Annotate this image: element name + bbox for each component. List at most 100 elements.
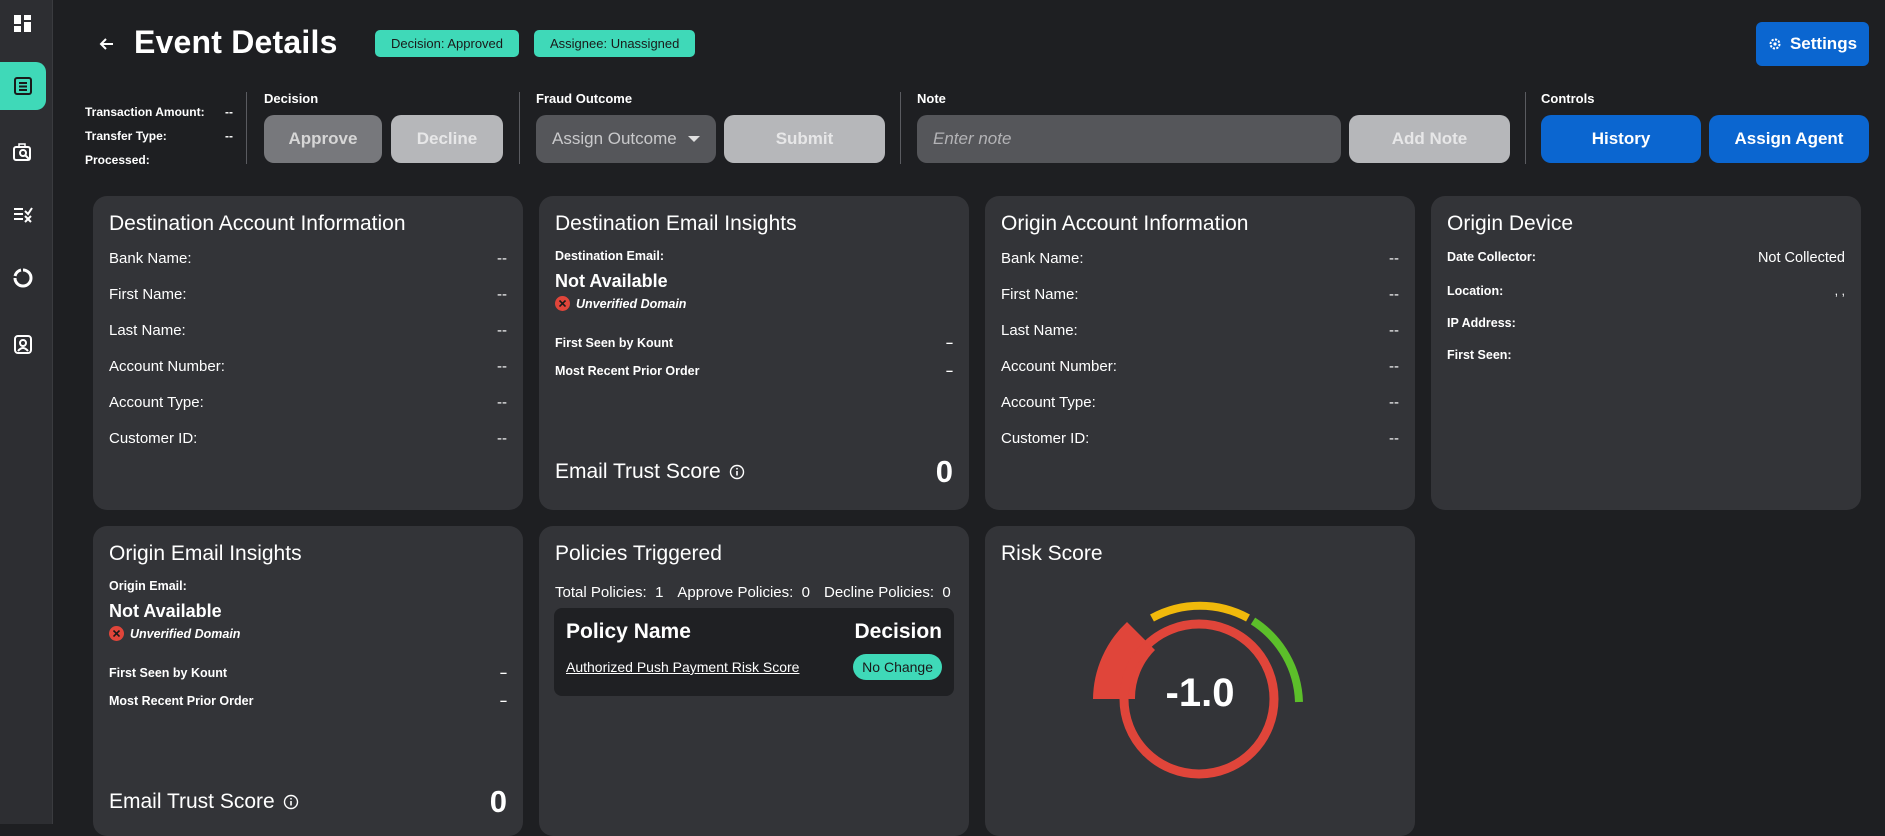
transaction-amount-value: -- bbox=[225, 105, 233, 119]
last-name-value: -- bbox=[497, 322, 507, 339]
kv-row: First Seen: bbox=[1447, 348, 1845, 362]
approve-button[interactable]: Approve bbox=[264, 115, 382, 163]
total-policies-value: 1 bbox=[655, 584, 664, 601]
sidebar-item-rules[interactable] bbox=[0, 190, 46, 238]
customer-id-value: -- bbox=[1389, 430, 1399, 447]
fraud-outcome-selected: Assign Outcome bbox=[552, 129, 677, 148]
kv-row: Account Number: -- bbox=[1001, 358, 1399, 375]
transaction-meta: Transaction Amount: -- Transfer Type: -- P… bbox=[85, 100, 233, 172]
origin-email-card: Origin Email Insights Origin Email: Not … bbox=[93, 526, 523, 836]
sidebar-item-analytics[interactable] bbox=[0, 254, 46, 302]
processed-label: Processed: bbox=[85, 153, 150, 167]
recent-order-value: – bbox=[946, 364, 953, 378]
last-name-label: Last Name: bbox=[109, 322, 186, 339]
risk-score-card: Risk Score -1.0 bbox=[985, 526, 1415, 836]
bank-name-value: -- bbox=[1389, 250, 1399, 267]
kv-row: Last Name: -- bbox=[109, 322, 507, 339]
recent-order-value: – bbox=[500, 694, 507, 708]
account-number-label: Account Number: bbox=[1001, 358, 1117, 375]
domain-status: Unverified Domain bbox=[555, 296, 686, 311]
controls-label: Controls bbox=[1541, 91, 1595, 106]
fraud-outcome-select[interactable]: Assign Outcome bbox=[536, 115, 716, 163]
decline-policies-value: 0 bbox=[942, 584, 951, 601]
kv-row: Location: , , bbox=[1447, 284, 1845, 298]
kv-row: Account Type: -- bbox=[1001, 394, 1399, 411]
sidebar-item-investigate[interactable] bbox=[0, 128, 46, 176]
destination-email-card: Destination Email Insights Destination E… bbox=[539, 196, 969, 510]
settings-label: Settings bbox=[1789, 34, 1858, 53]
decline-button[interactable]: Decline bbox=[391, 115, 503, 163]
kv-row: Bank Name: -- bbox=[1001, 250, 1399, 267]
event-list-icon bbox=[14, 77, 32, 95]
kv-row: First Name: -- bbox=[109, 286, 507, 303]
user-settings-icon bbox=[14, 335, 32, 354]
kv-row: First Seen by Kount – bbox=[109, 666, 507, 680]
kv-row: Customer ID: -- bbox=[109, 430, 507, 447]
last-name-value: -- bbox=[1389, 322, 1399, 339]
policy-name-link[interactable]: Authorized Push Payment Risk Score bbox=[566, 659, 799, 675]
first-seen-label: First Seen: bbox=[1447, 348, 1512, 362]
sidebar-item-events[interactable] bbox=[0, 62, 46, 110]
info-icon[interactable] bbox=[729, 464, 745, 480]
settings-button[interactable]: Settings bbox=[1756, 22, 1869, 66]
destination-account-card: Destination Account Information Bank Nam… bbox=[93, 196, 523, 510]
info-icon[interactable] bbox=[283, 794, 299, 810]
first-seen-value: – bbox=[946, 336, 953, 350]
account-type-value: -- bbox=[497, 394, 507, 411]
decision-header: Decision bbox=[854, 620, 942, 643]
add-note-button[interactable]: Add Note bbox=[1349, 115, 1510, 163]
card-title: Origin Device bbox=[1447, 212, 1574, 235]
trust-score-label: Email Trust Score bbox=[109, 790, 275, 813]
policies-card: Policies Triggered Total Policies: 1 App… bbox=[539, 526, 969, 836]
card-title: Destination Account Information bbox=[109, 212, 406, 235]
location-value: , , bbox=[1834, 284, 1845, 298]
gear-icon bbox=[1769, 38, 1781, 50]
divider bbox=[1525, 92, 1526, 164]
total-policies-label: Total Policies: bbox=[555, 584, 647, 601]
account-number-value: -- bbox=[1389, 358, 1399, 375]
bank-name-label: Bank Name: bbox=[109, 250, 192, 267]
destination-email-label: Destination Email: bbox=[555, 249, 665, 263]
divider bbox=[900, 92, 901, 164]
fraud-outcome-label: Fraud Outcome bbox=[536, 91, 633, 106]
kv-row: Most Recent Prior Order – bbox=[555, 364, 953, 378]
search-inspect-icon bbox=[13, 143, 31, 161]
back-arrow-icon[interactable] bbox=[95, 32, 119, 56]
divider bbox=[519, 92, 520, 164]
email-trust-score: Email Trust Score 0 bbox=[109, 784, 507, 820]
domain-status-text: Unverified Domain bbox=[130, 626, 241, 641]
transfer-type-value: -- bbox=[225, 129, 233, 143]
kv-row: Bank Name: -- bbox=[109, 250, 507, 267]
rules-list-icon bbox=[14, 207, 33, 223]
submit-outcome-button[interactable]: Submit bbox=[724, 115, 885, 163]
kv-row: Account Number: -- bbox=[109, 358, 507, 375]
customer-id-label: Customer ID: bbox=[109, 430, 198, 447]
card-title: Origin Account Information bbox=[1001, 212, 1249, 235]
policy-table: Policy Name Decision Authorized Push Pay… bbox=[554, 608, 954, 696]
approve-policies-label: Approve Policies: bbox=[677, 584, 794, 601]
divider bbox=[246, 92, 247, 164]
note-input[interactable] bbox=[917, 115, 1341, 163]
sidebar-item-dashboard[interactable] bbox=[0, 0, 46, 48]
kv-row: Date Collector: Not Collected bbox=[1447, 250, 1845, 266]
kv-row: Last Name: -- bbox=[1001, 322, 1399, 339]
origin-email-label: Origin Email: bbox=[109, 579, 187, 593]
date-collector-label: Date Collector: bbox=[1447, 250, 1536, 264]
dashboard-icon bbox=[14, 15, 31, 32]
error-x-icon bbox=[555, 296, 570, 311]
decision-badge: No Change bbox=[853, 654, 942, 680]
kv-row: Customer ID: -- bbox=[1001, 430, 1399, 447]
account-number-value: -- bbox=[497, 358, 507, 375]
kv-row: Most Recent Prior Order – bbox=[109, 694, 507, 708]
card-title: Origin Email Insights bbox=[109, 542, 302, 565]
sidebar bbox=[0, 0, 53, 824]
first-name-value: -- bbox=[1389, 286, 1399, 303]
decision-label: Decision bbox=[264, 91, 319, 106]
chevron-down-icon bbox=[688, 136, 700, 142]
email-trust-score: Email Trust Score 0 bbox=[555, 454, 953, 490]
first-seen-label: First Seen by Kount bbox=[555, 336, 674, 350]
decision-status-badge: Decision: Approved bbox=[375, 30, 520, 57]
assign-agent-button[interactable]: Assign Agent bbox=[1709, 115, 1869, 163]
history-button[interactable]: History bbox=[1541, 115, 1701, 163]
sidebar-item-users[interactable] bbox=[0, 320, 46, 368]
